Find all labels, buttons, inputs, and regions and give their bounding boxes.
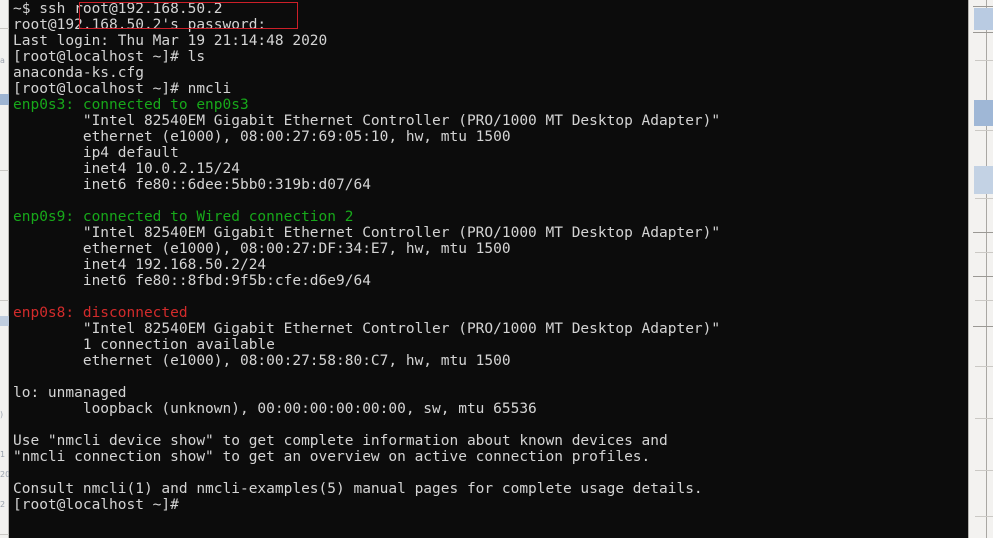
terminal-line: root@192.168.50.2's password: bbox=[9, 17, 968, 33]
terminal-text: lo: unmanaged bbox=[13, 385, 127, 401]
terminal-line: 1 connection available bbox=[9, 337, 968, 353]
terminal-line: ethernet (e1000), 08:00:27:58:80:C7, hw,… bbox=[9, 353, 968, 369]
terminal-line: enp0s8: disconnected bbox=[9, 305, 968, 321]
terminal-line: "Intel 82540EM Gigabit Ethernet Controll… bbox=[9, 321, 968, 337]
terminal-text: inet6 fe80::8fbd:9f5b:cfe:d6e9/64 bbox=[13, 273, 371, 289]
terminal-text: Consult nmcli(1) and nmcli-examples(5) m… bbox=[13, 481, 703, 497]
terminal-line: Last login: Thu Mar 19 21:14:48 2020 bbox=[9, 33, 968, 49]
terminal-text: ethernet (e1000), 08:00:27:DF:34:E7, hw,… bbox=[13, 241, 511, 257]
terminal-text: ethernet (e1000), 08:00:27:69:05:10, hw,… bbox=[13, 129, 511, 145]
background-window-left-strip: a ) 1 20 2 bbox=[0, 0, 9, 538]
device-name: enp0s8: bbox=[13, 305, 75, 321]
terminal-text: "Intel 82540EM Gigabit Ethernet Controll… bbox=[13, 225, 721, 241]
terminal-line: inet6 fe80::6dee:5bb0:319b:d07/64 bbox=[9, 177, 968, 193]
terminal-line: enp0s3: connected to enp0s3 bbox=[9, 97, 968, 113]
terminal-line: [root@localhost ~]# ls bbox=[9, 49, 968, 65]
terminal-line: inet4 10.0.2.15/24 bbox=[9, 161, 968, 177]
terminal-text: Use "nmcli device show" to get complete … bbox=[13, 433, 668, 449]
terminal-text: [root@localhost ~]# bbox=[13, 497, 179, 513]
terminal-line: ip4 default bbox=[9, 145, 968, 161]
terminal-text: ethernet (e1000), 08:00:27:58:80:C7, hw,… bbox=[13, 353, 511, 369]
terminal-output[interactable]: ~$ ssh root@192.168.50.2 root@192.168.50.… bbox=[9, 0, 968, 513]
terminal-line: "nmcli connection show" to get an overvi… bbox=[9, 449, 968, 465]
terminal-line: enp0s9: connected to Wired connection 2 bbox=[9, 209, 968, 225]
terminal-text: inet4 192.168.50.2/24 bbox=[13, 257, 267, 273]
terminal-line: ethernet (e1000), 08:00:27:DF:34:E7, hw,… bbox=[9, 241, 968, 257]
terminal-line: lo: unmanaged bbox=[9, 385, 968, 401]
device-name: enp0s9: bbox=[13, 209, 75, 225]
terminal-text: "nmcli connection show" to get an overvi… bbox=[13, 449, 651, 465]
terminal-text: ~$ ssh root@192.168.50.2 bbox=[13, 1, 223, 17]
terminal-text: [root@localhost ~]# nmcli bbox=[13, 81, 232, 97]
terminal-line: [root@localhost ~]# nmcli bbox=[9, 81, 968, 97]
terminal-text: [root@localhost ~]# ls bbox=[13, 49, 206, 65]
terminal-window[interactable]: ~$ ssh root@192.168.50.2 root@192.168.50.… bbox=[9, 0, 968, 538]
desktop-screen: a ) 1 20 2 ~$ ssh root@192.168.50.2 root… bbox=[0, 0, 993, 538]
terminal-line: Use "nmcli device show" to get complete … bbox=[9, 433, 968, 449]
terminal-text: 1 connection available bbox=[13, 337, 275, 353]
terminal-line: Consult nmcli(1) and nmcli-examples(5) m… bbox=[9, 481, 968, 497]
terminal-line: "Intel 82540EM Gigabit Ethernet Controll… bbox=[9, 113, 968, 129]
device-status: connected to Wired connection 2 bbox=[74, 209, 354, 225]
terminal-text: inet4 10.0.2.15/24 bbox=[13, 161, 240, 177]
background-window-right-pane bbox=[968, 0, 993, 538]
terminal-line: loopback (unknown), 00:00:00:00:00:00, s… bbox=[9, 401, 968, 417]
terminal-text: Last login: Thu Mar 19 21:14:48 2020 bbox=[13, 33, 328, 49]
terminal-text: root@192.168.50.2's password: bbox=[13, 17, 267, 33]
terminal-text: ip4 default bbox=[13, 145, 179, 161]
terminal-text: loopback (unknown), 00:00:00:00:00:00, s… bbox=[13, 401, 537, 417]
device-name: enp0s3: bbox=[13, 97, 75, 113]
terminal-line: inet4 192.168.50.2/24 bbox=[9, 257, 968, 273]
terminal-line: anaconda-ks.cfg bbox=[9, 65, 968, 81]
device-status: connected to enp0s3 bbox=[74, 97, 249, 113]
terminal-line: [root@localhost ~]# bbox=[9, 497, 968, 513]
terminal-text: inet6 fe80::6dee:5bb0:319b:d07/64 bbox=[13, 177, 371, 193]
device-status: disconnected bbox=[74, 305, 188, 321]
terminal-text: "Intel 82540EM Gigabit Ethernet Controll… bbox=[13, 321, 721, 337]
terminal-text: anaconda-ks.cfg bbox=[13, 65, 144, 81]
terminal-text: "Intel 82540EM Gigabit Ethernet Controll… bbox=[13, 113, 721, 129]
terminal-line: ~$ ssh root@192.168.50.2 bbox=[9, 1, 968, 17]
terminal-line: ethernet (e1000), 08:00:27:69:05:10, hw,… bbox=[9, 129, 968, 145]
terminal-line: "Intel 82540EM Gigabit Ethernet Controll… bbox=[9, 225, 968, 241]
terminal-line: inet6 fe80::8fbd:9f5b:cfe:d6e9/64 bbox=[9, 273, 968, 289]
